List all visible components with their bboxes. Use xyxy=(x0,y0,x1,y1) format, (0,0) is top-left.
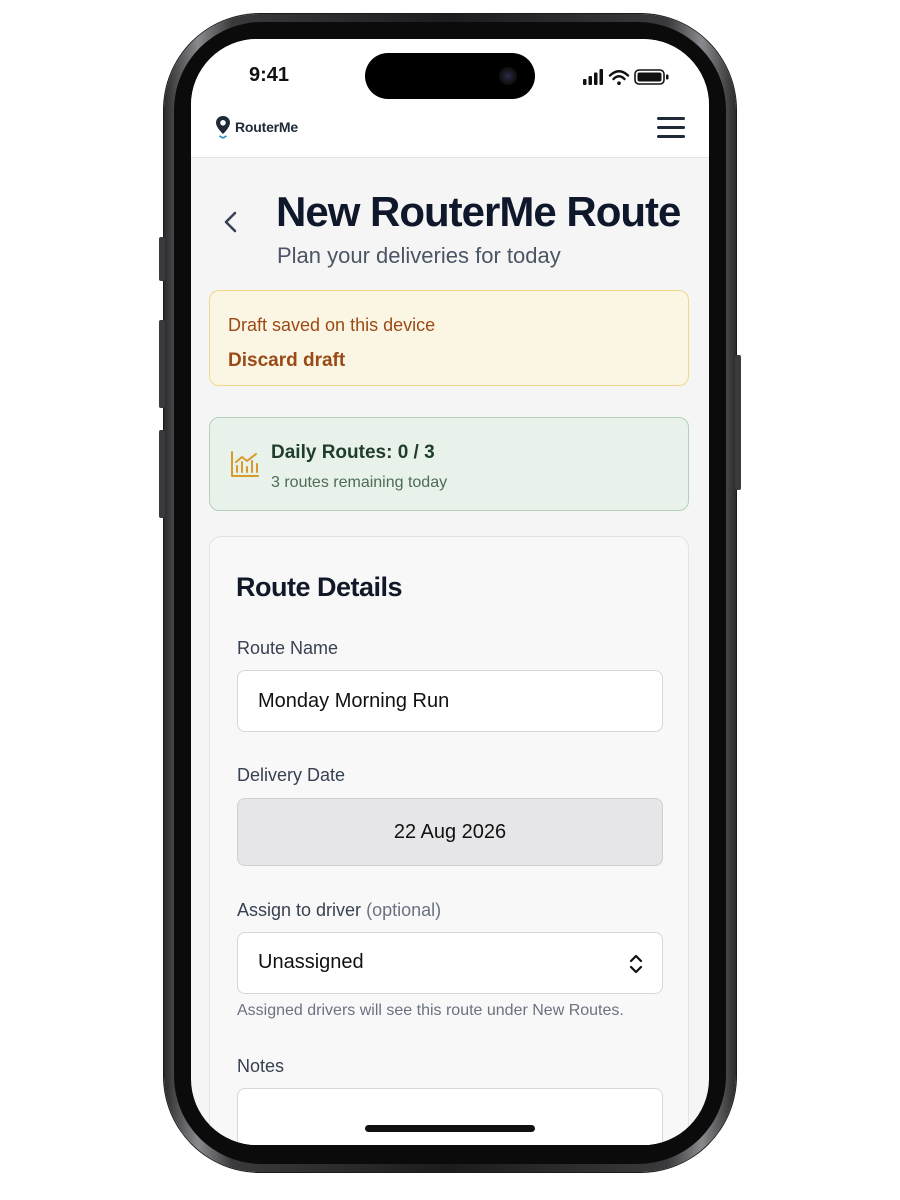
draft-banner: Draft saved on this device Discard draft xyxy=(209,290,689,386)
status-icons xyxy=(583,69,669,85)
chevron-up-down-icon xyxy=(629,954,643,974)
back-chevron-icon[interactable] xyxy=(221,209,241,235)
notes-label: Notes xyxy=(237,1056,285,1076)
route-name-input[interactable] xyxy=(237,670,663,732)
discard-draft-button[interactable]: Discard draft xyxy=(228,350,345,372)
hamburger-menu-icon[interactable] xyxy=(655,115,687,141)
routes-remaining-text: 3 routes remaining today xyxy=(271,474,448,491)
cellular-signal-icon xyxy=(583,69,603,85)
driver-select-value: Unassigned xyxy=(258,951,364,973)
status-time: 9:41 xyxy=(249,64,290,86)
action-button xyxy=(159,237,165,281)
home-indicator xyxy=(365,1125,535,1132)
brand-logo[interactable]: RouterMe xyxy=(215,115,298,139)
camera-icon xyxy=(499,67,517,85)
brand-name: RouterMe xyxy=(235,119,298,135)
daily-route-limit-card: Daily Routes: 0 / 3 3 routes remaining t… xyxy=(209,417,689,511)
delivery-date-field[interactable]: 22 Aug 2026 xyxy=(237,798,663,866)
volume-down-button xyxy=(159,430,165,518)
delivery-date-label: Delivery Date xyxy=(237,765,346,785)
section-title: Route Details xyxy=(236,572,403,602)
map-pin-icon xyxy=(216,116,230,139)
wifi-icon xyxy=(608,70,630,85)
notes-textarea[interactable] xyxy=(237,1088,663,1145)
battery-icon xyxy=(634,69,669,85)
dynamic-island xyxy=(365,53,535,99)
assign-driver-label: Assign to driver (optional) xyxy=(237,900,441,921)
status-bar: 9:41 xyxy=(191,39,709,111)
route-name-label: Route Name xyxy=(237,638,339,658)
delivery-date-value: 22 Aug 2026 xyxy=(393,820,507,843)
draft-message: Draft saved on this device xyxy=(228,315,436,335)
driver-select[interactable]: Unassigned xyxy=(237,932,663,994)
route-details-card: Route Details Route Name Delivery Date 2… xyxy=(209,536,689,1145)
page-title: New RouterMe Route xyxy=(276,188,681,235)
assign-driver-label-text: Assign to driver xyxy=(237,900,362,920)
optional-note: (optional) xyxy=(366,900,442,920)
power-button xyxy=(735,355,741,490)
chart-icon xyxy=(231,451,259,477)
daily-routes-count: Daily Routes: 0 / 3 xyxy=(271,442,435,463)
phone-screen: 9:41 RouterMe New RouterMe Route Plan yo… xyxy=(191,39,709,1145)
page-subtitle: Plan your deliveries for today xyxy=(277,243,561,268)
app-header: RouterMe xyxy=(191,111,709,158)
driver-help-text: Assigned drivers will see this route und… xyxy=(237,1002,624,1019)
volume-up-button xyxy=(159,320,165,408)
